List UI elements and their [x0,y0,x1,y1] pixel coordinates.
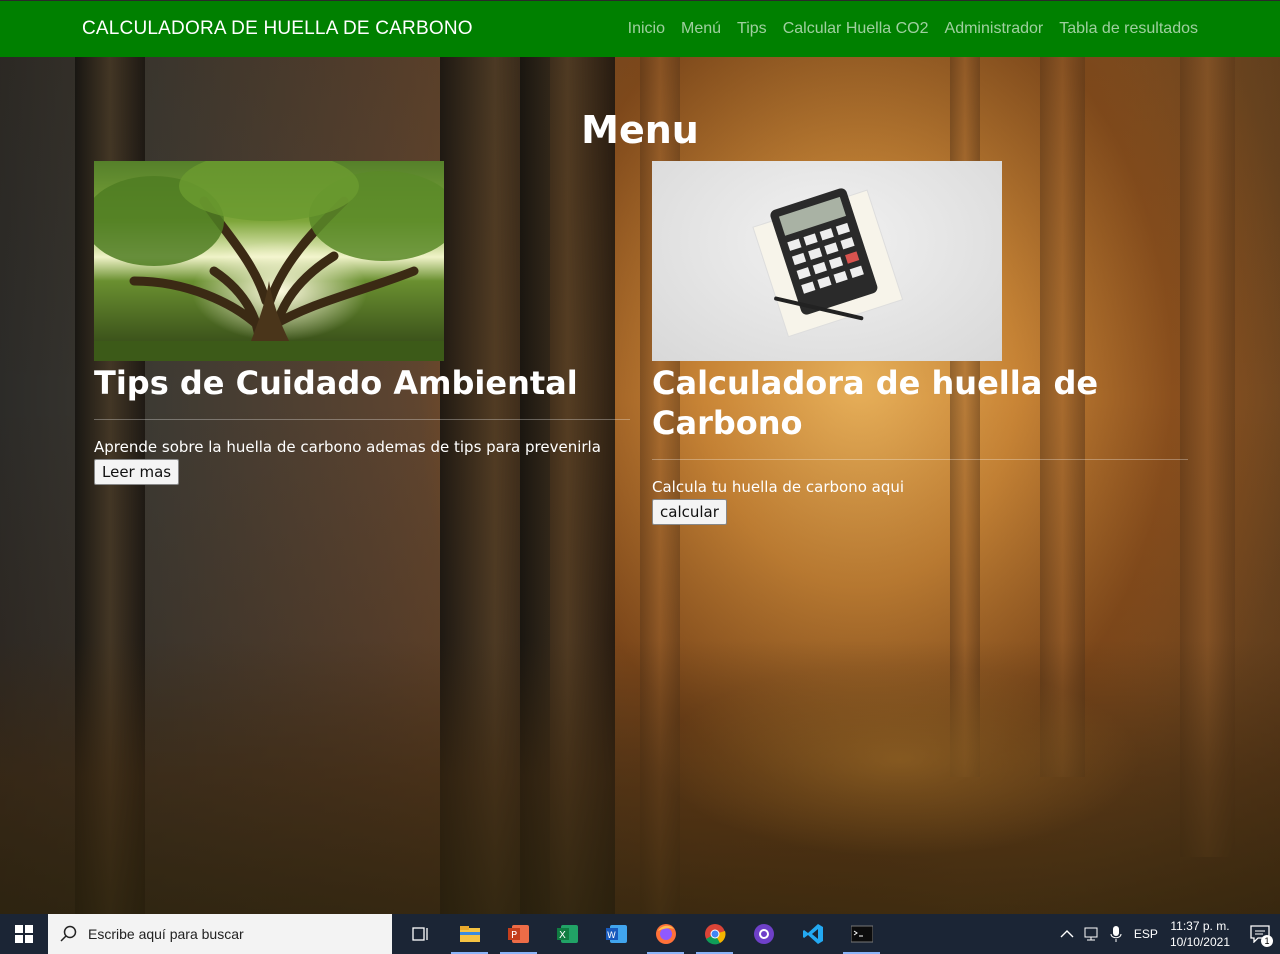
task-view-icon[interactable] [396,914,445,954]
microphone-icon[interactable] [1110,925,1122,943]
firefox-icon[interactable] [641,914,690,954]
clock[interactable]: 11:37 p. m. 10/10/2021 [1170,918,1230,950]
system-tray: ESP 11:37 p. m. 10/10/2021 1 [1060,914,1280,954]
svg-text:P: P [511,930,517,941]
svg-text:W: W [607,931,616,941]
taskbar-search-box[interactable]: Escribe aquí para buscar [48,914,392,954]
divider [652,459,1188,460]
calcular-button[interactable]: calcular [652,499,727,525]
card-description: Aprende sobre la huella de carbono adema… [94,438,601,456]
excel-icon[interactable]: X [543,914,592,954]
chevron-up-icon[interactable] [1060,929,1074,939]
nav-link-tabla-resultados[interactable]: Tabla de resultados [1059,20,1198,38]
network-icon[interactable] [1084,926,1102,942]
forest-floor [0,640,1280,914]
calculator-photo [652,161,1002,361]
brand-link[interactable]: CALCULADORA DE HUELLA DE CARBONO [82,18,473,40]
windows-start-button[interactable] [0,914,48,954]
notification-count: 1 [1261,935,1273,947]
github-desktop-icon[interactable] [739,914,788,954]
nav-link-calcular[interactable]: Calcular Huella CO2 [783,20,929,38]
calculator-card: Calculadora de huella de Carbono Calcula… [652,161,1192,525]
calculator-illustration [752,188,904,338]
chrome-icon[interactable] [690,914,739,954]
nav-link-administrador[interactable]: Administrador [945,20,1044,38]
page-title: Menu [581,108,699,152]
terminal-icon[interactable] [837,914,886,954]
taskbar: Escribe aquí para buscar P X W ESP 11:37… [0,914,1280,954]
file-explorer-icon[interactable] [445,914,494,954]
card-description: Calcula tu huella de carbono aqui [652,478,905,496]
navbar: CALCULADORA DE HUELLA DE CARBONO Inicio … [0,0,1280,57]
search-icon [60,925,77,942]
nav-link-tips[interactable]: Tips [737,20,767,38]
search-placeholder: Escribe aquí para buscar [88,926,244,942]
tree-photo [94,161,444,361]
tree-illustration [94,161,444,361]
word-icon[interactable]: W [592,914,641,954]
card-title: Calculadora de huella de Carbono [652,364,1099,442]
nav-link-inicio[interactable]: Inicio [628,20,665,38]
notifications-button[interactable]: 1 [1240,914,1280,954]
windows-logo-icon [15,925,33,943]
leer-mas-button[interactable]: Leer mas [94,459,180,485]
svg-text:X: X [559,930,566,941]
taskbar-apps: P X W [396,914,886,954]
divider [94,419,630,420]
clock-time: 11:37 p. m. [1170,919,1230,933]
nav-link-menu[interactable]: Menú [681,20,721,38]
powerpoint-icon[interactable]: P [494,914,543,954]
card-title: Tips de Cuidado Ambiental [94,364,578,402]
tips-card: Tips de Cuidado Ambiental Aprende sobre … [94,161,634,485]
nav-links: Inicio Menú Tips Calcular Huella CO2 Adm… [628,20,1198,38]
clock-date: 10/10/2021 [1169,935,1230,949]
language-indicator[interactable]: ESP [1134,927,1158,941]
vscode-icon[interactable] [788,914,837,954]
